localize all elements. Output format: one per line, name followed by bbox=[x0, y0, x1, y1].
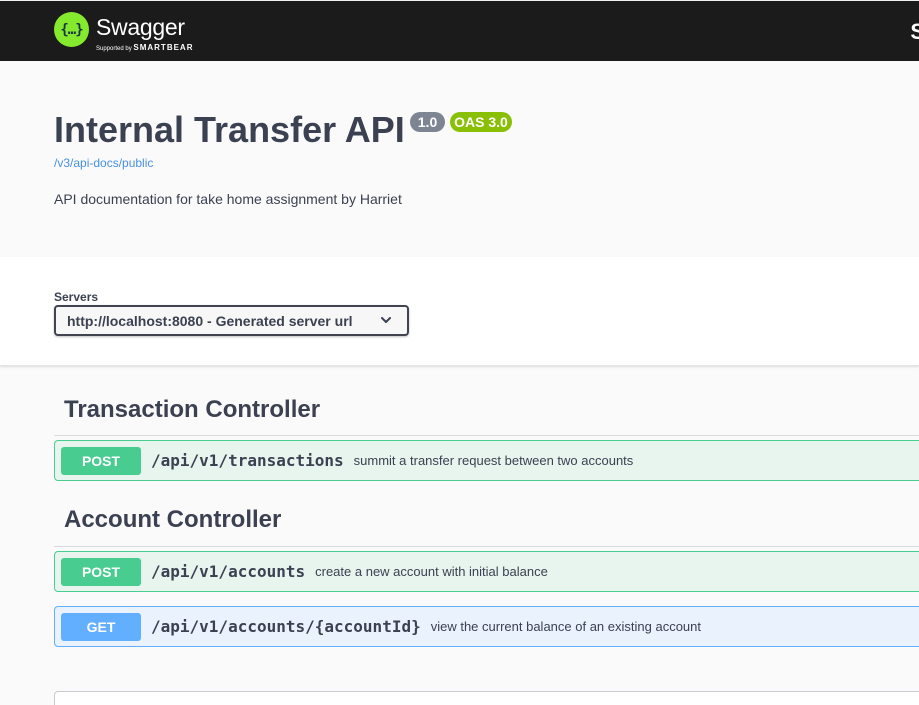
logo-subtitle: Supported by SMARTBEAR bbox=[96, 43, 193, 52]
info-section: Internal Transfer API 1.0 OAS 3.0 /v3/ap… bbox=[0, 61, 919, 257]
section-title-transaction-controller[interactable]: Transaction Controller bbox=[64, 396, 320, 424]
operation-summary: create a new account with initial balanc… bbox=[315, 564, 548, 579]
oas-badge: OAS 3.0 bbox=[450, 112, 512, 132]
servers-selected-value: http://localhost:8080 - Generated server… bbox=[67, 312, 353, 329]
topbar-edge-text: S bbox=[910, 19, 919, 44]
operation-path: /api/v1/accounts/{accountId} bbox=[151, 617, 421, 636]
logo-symbol: {…} bbox=[60, 21, 83, 38]
chevron-down-icon bbox=[381, 317, 391, 323]
swagger-logo-icon[interactable]: {…} bbox=[54, 12, 89, 47]
logo-text[interactable]: Swagger bbox=[96, 14, 185, 41]
section-divider bbox=[54, 546, 919, 547]
method-badge-post: POST bbox=[61, 557, 141, 586]
topbar: {…} Swagger Supported by SMARTBEAR S bbox=[0, 0, 919, 61]
logo-supported-by: Supported by bbox=[96, 46, 132, 52]
operation-summary: view the current balance of an existing … bbox=[430, 619, 701, 634]
operation-path: /api/v1/transactions bbox=[151, 451, 344, 470]
servers-label: Servers bbox=[54, 290, 99, 304]
section-title-account-controller[interactable]: Account Controller bbox=[64, 506, 281, 534]
opblock-post-transactions[interactable]: POST /api/v1/transactions summit a trans… bbox=[54, 440, 919, 481]
opblock-post-accounts[interactable]: POST /api/v1/accounts create a new accou… bbox=[54, 551, 919, 592]
page-title: Internal Transfer API bbox=[54, 109, 405, 150]
servers-select[interactable]: http://localhost:8080 - Generated server… bbox=[54, 305, 409, 336]
opblock-get-account-by-id[interactable]: GET /api/v1/accounts/{accountId} view th… bbox=[54, 606, 919, 647]
logo-company: SMARTBEAR bbox=[133, 43, 194, 52]
version-badge: 1.0 bbox=[410, 112, 445, 132]
operation-path: /api/v1/accounts bbox=[151, 562, 306, 581]
method-badge-get: GET bbox=[61, 612, 141, 641]
spec-link[interactable]: /v3/api-docs/public bbox=[54, 156, 153, 170]
method-badge-post: POST bbox=[61, 446, 141, 475]
operation-summary: summit a transfer request between two ac… bbox=[353, 453, 634, 468]
api-description: API documentation for take home assignme… bbox=[54, 191, 402, 207]
section-divider bbox=[54, 435, 919, 436]
schemas-section[interactable] bbox=[54, 691, 919, 705]
servers-section: Servers http://localhost:8080 - Generate… bbox=[0, 257, 919, 366]
